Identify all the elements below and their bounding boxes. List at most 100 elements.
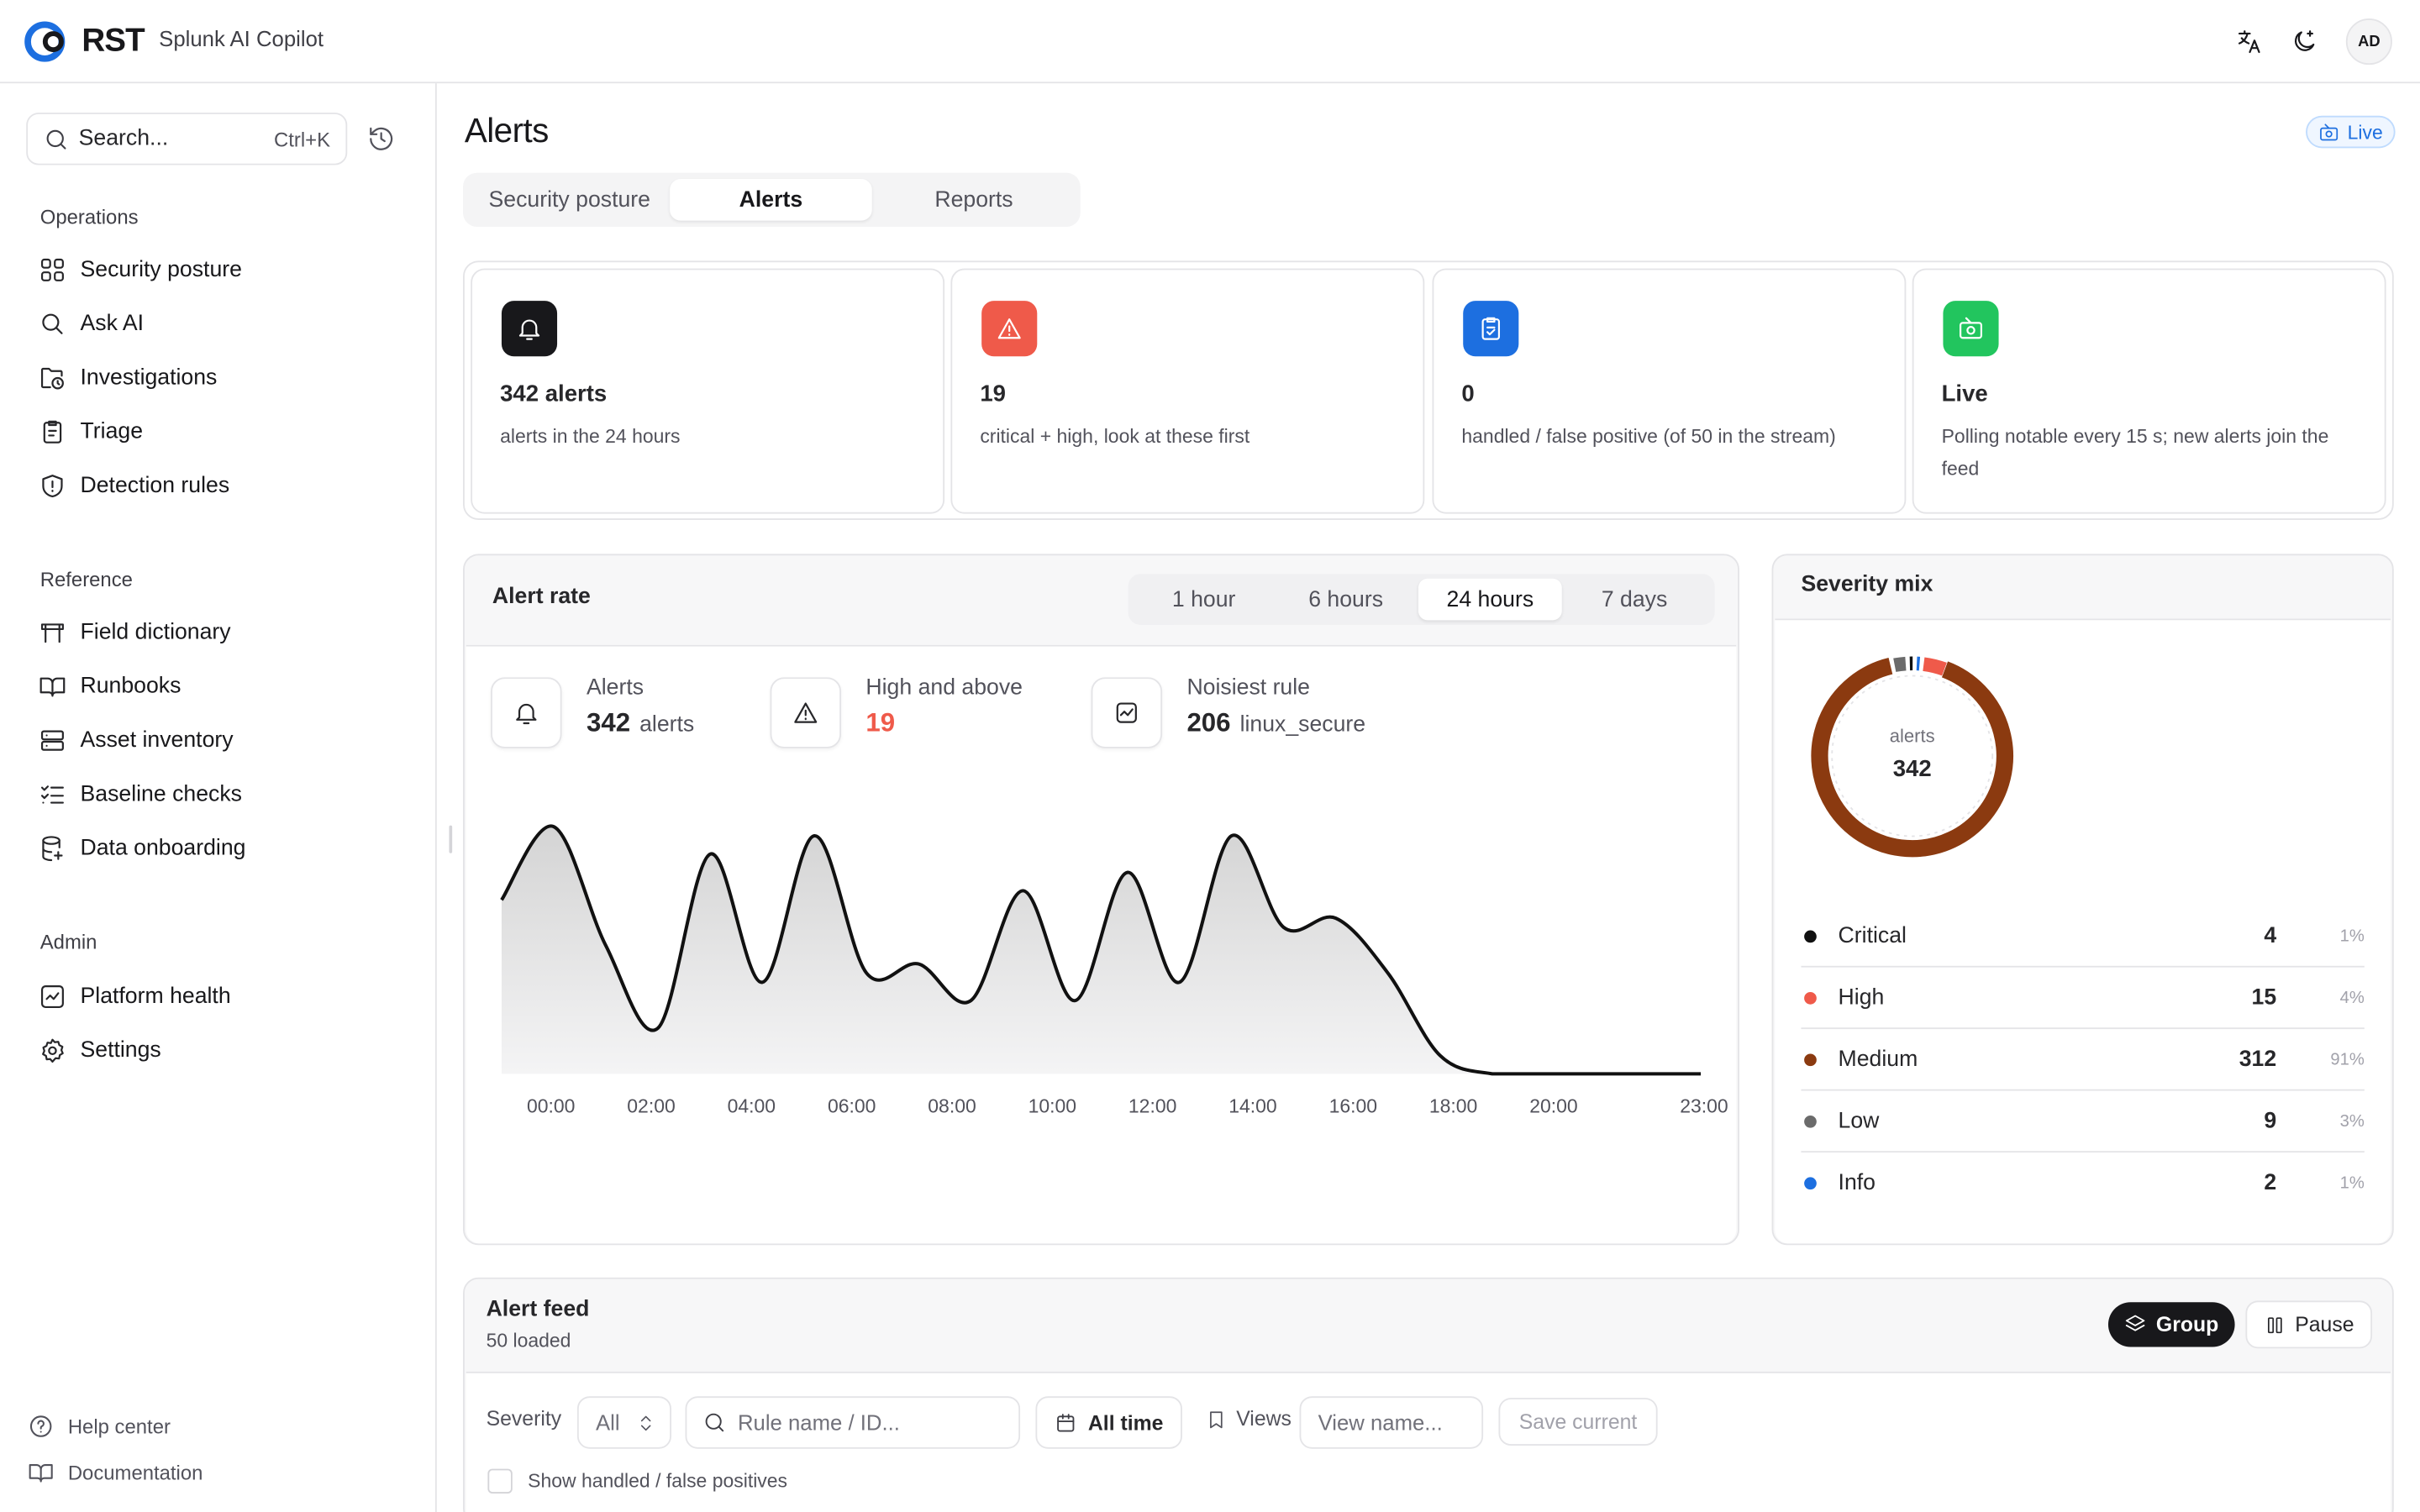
warning-icon: [981, 301, 1038, 357]
show-handled-toggle[interactable]: Show handled / false positives: [487, 1468, 788, 1494]
range-6-hours[interactable]: 6 hours: [1276, 579, 1415, 621]
tab-security-posture[interactable]: Security posture: [469, 179, 670, 221]
x-tick-label: 16:00: [1328, 1095, 1378, 1117]
sidebar-item-ask-ai[interactable]: Ask AI: [39, 310, 144, 338]
pause-button[interactable]: Pause: [2245, 1300, 2373, 1349]
app-name: Splunk AI Copilot: [159, 26, 324, 51]
group-button-label: Group: [2155, 1313, 2219, 1336]
views-label[interactable]: Views: [1205, 1407, 1292, 1431]
stat-noisiest-rule: Noisiest rule 206 linux_secure: [1091, 675, 1366, 748]
severity-name: Critical: [1838, 923, 1907, 948]
show-handled-checkbox[interactable]: [487, 1468, 513, 1494]
severity-dot: [1804, 991, 1817, 1004]
chart-box-icon: [1091, 677, 1163, 748]
section-title-reference: Reference: [39, 567, 133, 591]
translate-icon[interactable]: [2235, 28, 2263, 55]
sidebar-item-asset-inventory[interactable]: Asset inventory: [39, 727, 234, 754]
severity-row-info[interactable]: Info 2 1%: [1801, 1152, 2365, 1214]
severity-dot: [1804, 1115, 1817, 1127]
x-tick-label: 18:00: [1428, 1095, 1478, 1117]
sidebar-item-baseline-checks[interactable]: Baseline checks: [39, 780, 242, 808]
search-input[interactable]: Search... Ctrl+K: [26, 113, 348, 165]
range-1-hour[interactable]: 1 hour: [1134, 579, 1273, 621]
severity-dot: [1804, 1053, 1817, 1066]
grid-icon: [40, 258, 64, 281]
group-button[interactable]: Group: [2107, 1302, 2234, 1347]
severity-percent: 4%: [2339, 988, 2365, 1007]
sidebar-item-label: Ask AI: [80, 312, 145, 337]
range-7-days[interactable]: 7 days: [1565, 579, 1703, 621]
severity-name: Info: [1838, 1171, 1876, 1196]
range-24-hours[interactable]: 24 hours: [1418, 578, 1562, 621]
x-tick-label: 06:00: [827, 1095, 876, 1117]
sidebar-item-label: Triage: [80, 419, 144, 444]
severity-row-low[interactable]: Low 9 3%: [1801, 1091, 2365, 1153]
layers-icon: [2125, 1315, 2145, 1331]
view-name-input[interactable]: View name...: [1299, 1396, 1484, 1449]
sidebar-item-label: Asset inventory: [80, 727, 234, 753]
history-icon[interactable]: [367, 125, 395, 153]
kpi-row: 342 alerts alerts in the 24 hours 19 cri…: [463, 260, 2394, 520]
live-badge[interactable]: Live: [2306, 115, 2396, 149]
bell-icon: [491, 677, 562, 748]
stat-label: Noisiest rule: [1186, 675, 1310, 701]
logo[interactable]: RST: [24, 20, 145, 63]
sidebar-item-label: Data onboarding: [80, 836, 246, 861]
x-tick-label: 10:00: [1028, 1095, 1077, 1117]
tab-alerts[interactable]: Alerts: [670, 179, 872, 221]
sidebar-item-triage[interactable]: Triage: [39, 418, 143, 446]
search-shortcut: Ctrl+K: [274, 127, 331, 151]
help-center-link[interactable]: Help center: [28, 1413, 171, 1439]
table-icon: [40, 623, 64, 643]
logo-mark-icon: [24, 21, 66, 62]
documentation-link[interactable]: Documentation: [28, 1460, 203, 1486]
sidebar-item-investigations[interactable]: Investigations: [39, 364, 217, 391]
sidebar-item-data-onboarding[interactable]: Data onboarding: [39, 835, 246, 863]
tab-reports[interactable]: Reports: [874, 179, 1075, 221]
search-placeholder: Search...: [78, 126, 169, 151]
show-handled-label: Show handled / false positives: [528, 1470, 788, 1493]
sidebar-item-security-posture[interactable]: Security posture: [39, 256, 242, 284]
theme-moon-icon[interactable]: [2291, 28, 2318, 55]
severity-row-critical[interactable]: Critical 4 1%: [1801, 906, 2365, 968]
severity-row-medium[interactable]: Medium 312 91%: [1801, 1029, 2365, 1091]
donut-slice-high[interactable]: [1923, 657, 1947, 676]
save-current-button[interactable]: Save current: [1498, 1398, 1658, 1446]
sidebar-resize-handle[interactable]: [449, 825, 453, 853]
sidebar-item-settings[interactable]: Settings: [39, 1037, 161, 1064]
alert-rate-chart: [500, 824, 1702, 1076]
severity-select[interactable]: All: [576, 1396, 671, 1449]
sidebar-item-platform-health[interactable]: Platform health: [39, 983, 231, 1011]
kpi-value: 19: [980, 381, 1006, 407]
severity-count: 9: [2264, 1108, 2277, 1134]
severity-count: 15: [2251, 984, 2277, 1011]
x-tick-label: 23:00: [1680, 1095, 1728, 1117]
sidebar-item-label: Security posture: [80, 257, 242, 283]
donut-slice-low[interactable]: [1893, 656, 1907, 672]
sidebar-item-detection-rules[interactable]: Detection rules: [39, 472, 229, 500]
views-label-text: Views: [1236, 1407, 1292, 1431]
severity-percent: 91%: [2330, 1049, 2365, 1068]
avatar[interactable]: AD: [2345, 18, 2392, 66]
search-icon: [705, 1413, 724, 1432]
search-icon: [46, 129, 66, 149]
shield-alert-icon: [42, 475, 63, 498]
pause-button-label: Pause: [2295, 1313, 2354, 1336]
alert-feed-card: Alert feed 50 loaded Group Pause Severit…: [463, 1277, 2394, 1512]
view-name-placeholder: View name...: [1318, 1410, 1443, 1436]
severity-row-high[interactable]: High 15 4%: [1801, 968, 2365, 1030]
alert-feed-title: Alert feed: [486, 1297, 590, 1323]
severity-percent: 3%: [2339, 1111, 2365, 1131]
section-title-admin: Admin: [39, 930, 97, 954]
sidebar-item-field-dictionary[interactable]: Field dictionary: [39, 619, 231, 647]
kpi-description: Polling notable every 15 s; new alerts j…: [1941, 425, 2329, 480]
stat-unit: linux_secure: [1239, 712, 1366, 738]
kpi-description: handled / false positive (of 50 in the s…: [1461, 425, 1836, 448]
sidebar-item-runbooks[interactable]: Runbooks: [39, 673, 182, 701]
chevron-updown-icon: [640, 1415, 650, 1431]
kpi-card-handled: 0 handled / false positive (of 50 in the…: [1432, 268, 1907, 514]
rule-search-input[interactable]: Rule name / ID...: [685, 1396, 1021, 1449]
time-filter-button[interactable]: All time: [1035, 1396, 1182, 1449]
page-tabs: Security posture Alerts Reports: [463, 172, 1081, 227]
kpi-value: Live: [1941, 381, 1988, 407]
